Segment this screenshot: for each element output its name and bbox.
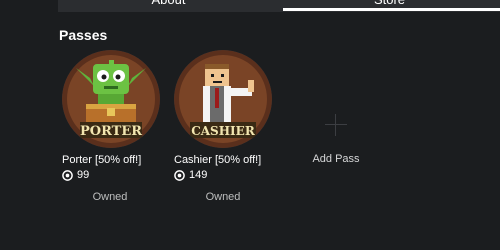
robux-icon xyxy=(174,169,185,181)
add-pass-thumbnail[interactable] xyxy=(286,50,384,148)
add-pass-button[interactable]: Add Pass xyxy=(286,153,386,165)
section-title: Passes xyxy=(59,27,108,43)
pass-card-porter[interactable]: PORTER Porter [50% off!] 99 xyxy=(62,50,162,181)
add-pass-card[interactable]: Add Pass xyxy=(286,50,386,165)
owned-status: Owned xyxy=(92,191,128,203)
cashier-avatar-thumbnail: CASHIER xyxy=(174,50,272,148)
active-tab-indicator xyxy=(283,8,500,11)
cashier-badge-text: CASHIER xyxy=(191,124,256,138)
tab-bar: About Store xyxy=(58,0,500,12)
porter-badge-text: PORTER xyxy=(80,124,142,139)
pass-card-cashier[interactable]: CASHIER Cashier [50% off!] 149 xyxy=(174,50,274,181)
owned-status: Owned xyxy=(205,191,241,203)
pass-thumbnail[interactable]: CASHIER xyxy=(174,50,272,148)
pass-name[interactable]: Porter [50% off!] xyxy=(62,154,162,166)
pass-price: 149 xyxy=(174,169,274,181)
robux-icon xyxy=(62,169,73,181)
pass-price: 99 xyxy=(62,169,162,181)
price-value: 149 xyxy=(189,169,208,181)
price-value: 99 xyxy=(77,169,90,181)
tab-about[interactable]: About xyxy=(58,0,279,12)
pass-thumbnail[interactable]: PORTER xyxy=(62,50,160,148)
pass-name[interactable]: Cashier [50% off!] xyxy=(174,154,274,166)
porter-goblin-thumbnail: PORTER xyxy=(62,50,160,148)
